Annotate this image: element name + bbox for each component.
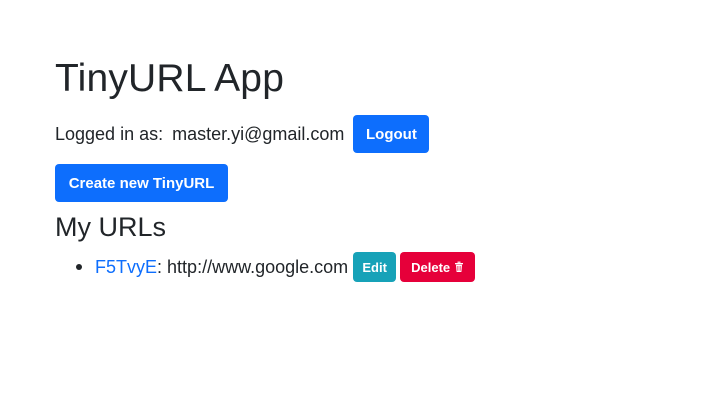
edit-button[interactable]: Edit	[353, 252, 397, 282]
delete-button[interactable]: Delete	[400, 252, 476, 282]
long-url-value: http://www.google.com	[167, 256, 349, 277]
create-tinyurl-button[interactable]: Create new TinyURL	[55, 164, 228, 202]
page: TinyURL App Logged in as: master.yi@gmai…	[0, 0, 718, 419]
trash-icon	[455, 261, 464, 272]
bullet-icon	[76, 264, 82, 270]
my-urls-heading: My URLs	[55, 212, 167, 242]
login-prefix-label: Logged in as:	[55, 123, 164, 144]
list-item: F5TvyE : http://www.google.com Edit Dele…	[76, 252, 476, 282]
user-email: master.yi@gmail.com	[172, 123, 345, 144]
logout-button[interactable]: Logout	[353, 115, 430, 153]
long-url-text: http://www.google.com	[162, 257, 348, 278]
short-url-link[interactable]: F5TvyE	[95, 257, 157, 278]
page-title: TinyURL App	[55, 57, 285, 100]
delete-button-label: Delete	[411, 259, 451, 275]
login-status: Logged in as: master.yi@gmail.com Logout	[55, 115, 430, 153]
url-list: F5TvyE : http://www.google.com Edit Dele…	[76, 252, 476, 282]
